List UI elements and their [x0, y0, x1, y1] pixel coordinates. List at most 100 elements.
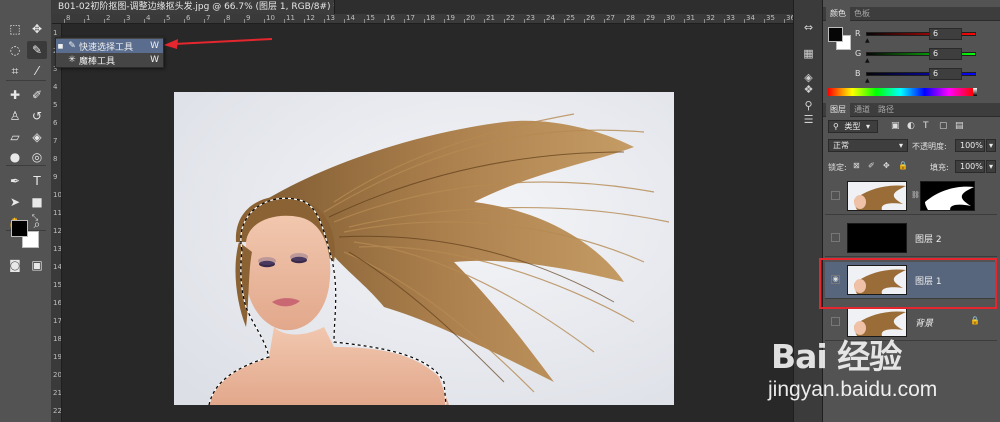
- blur-tool-icon[interactable]: ●: [5, 148, 25, 166]
- pen-tool-icon[interactable]: ✒: [5, 172, 25, 190]
- ruler-tick-label: 9: [53, 173, 58, 181]
- slider-thumb-icon[interactable]: ▲: [865, 37, 870, 44]
- filter-kind-icon[interactable]: ▤: [955, 121, 964, 131]
- ruler-tick: [584, 19, 585, 23]
- shape-tool-icon[interactable]: ■: [27, 193, 47, 211]
- slider-thumb-icon[interactable]: ▲: [865, 77, 870, 84]
- tab-paths[interactable]: 路径: [874, 103, 898, 117]
- document-tab[interactable]: B01-02初阶抠图-调整边缘抠头发.jpg @ 66.7% (图层 1, RG…: [52, 0, 335, 14]
- ruler-tick: [464, 19, 465, 23]
- opacity-input[interactable]: 100%: [955, 139, 985, 152]
- ruler-tick: [504, 19, 505, 23]
- marquee-tool-icon[interactable]: ⬚: [5, 20, 25, 38]
- slider-g-value[interactable]: 6: [929, 48, 962, 60]
- swap-colors-icon[interactable]: ⤡: [30, 213, 40, 223]
- foreground-color-swatch[interactable]: [11, 220, 28, 237]
- path-selection-tool-icon[interactable]: ➤: [5, 193, 25, 211]
- slider-b-value[interactable]: 6: [929, 68, 962, 80]
- ruler-tick: [764, 19, 765, 23]
- ruler-tick: [384, 19, 385, 23]
- visibility-toggle-icon[interactable]: [831, 191, 840, 200]
- ruler-tick-label: 22: [53, 407, 62, 415]
- chevron-down-icon: ▾: [988, 141, 993, 150]
- side-panel-icon[interactable]: ▦: [801, 46, 816, 61]
- flyout-item-quick-selection[interactable]: ■ ✎ 快速选择工具 W: [56, 39, 163, 53]
- blend-mode-select[interactable]: 正常 ▾: [828, 139, 908, 152]
- ruler-tick-label: 4: [53, 83, 58, 91]
- crop-tool-icon[interactable]: ⌗: [5, 62, 25, 80]
- ruler-tick-label: 28: [626, 14, 635, 22]
- grayscale-ramp[interactable]: [973, 88, 977, 96]
- tab-swatches[interactable]: 色板: [850, 7, 874, 21]
- move-tool-icon[interactable]: ✥: [27, 20, 47, 38]
- filter-kind-icon[interactable]: T: [923, 121, 929, 131]
- slider-thumb-icon[interactable]: ▲: [865, 57, 870, 64]
- quick-mask-icon[interactable]: ◙: [5, 256, 25, 274]
- ruler-tick: [424, 19, 425, 23]
- healing-brush-tool-icon[interactable]: ✚: [5, 86, 25, 104]
- paint-bucket-tool-icon[interactable]: ◈: [27, 128, 47, 146]
- lock-option-icon[interactable]: ✐: [868, 161, 875, 170]
- quick-selection-tool-icon[interactable]: ✎: [27, 41, 47, 59]
- fill-value: 100%: [960, 162, 983, 171]
- layer-row[interactable]: 图层 2: [825, 220, 997, 257]
- eraser-tool-icon[interactable]: ▱: [5, 128, 25, 146]
- ruler-tick: [404, 19, 405, 23]
- ruler-tick-label: 7: [53, 137, 58, 145]
- ruler-tick: [604, 19, 605, 23]
- visibility-toggle-icon[interactable]: [831, 317, 840, 326]
- ruler-tick-label: 20: [53, 371, 62, 379]
- screen-mode-icon[interactable]: ▣: [27, 256, 47, 274]
- toolbar-divider: [6, 165, 46, 166]
- layer-mask-thumbnail[interactable]: [920, 181, 975, 211]
- ruler-tick: [244, 19, 245, 23]
- layer-name[interactable]: 图层 2: [915, 232, 942, 245]
- layer-name[interactable]: 背景: [915, 316, 933, 329]
- horizontal-ruler: 8 1 2 3 4 5 6 7 8 9 10 11 12 13 14 15 16 17 18 19 20 21 22 23 24…: [52, 14, 793, 24]
- ruler-tick: [624, 19, 625, 23]
- opacity-dropdown-button[interactable]: ▾: [986, 139, 996, 152]
- brush-tool-icon[interactable]: ✐: [27, 86, 47, 104]
- history-brush-tool-icon[interactable]: ↺: [27, 107, 47, 125]
- side-panel-icon[interactable]: ❖: [801, 82, 816, 97]
- clone-stamp-tool-icon[interactable]: ♙: [5, 107, 25, 125]
- layer-row[interactable]: ⛓: [825, 178, 997, 215]
- filter-kind-icon[interactable]: ▣: [891, 121, 900, 131]
- ruler-tick: [324, 19, 325, 23]
- filter-kind-icon[interactable]: ◐: [907, 121, 915, 131]
- ruler-tick-label: 30: [666, 14, 675, 22]
- ruler-tick-label: 12: [53, 227, 62, 235]
- mask-link-icon[interactable]: ⛓: [911, 191, 920, 199]
- ruler-tick-label: 7: [206, 14, 211, 22]
- visibility-toggle-icon[interactable]: [831, 233, 840, 242]
- fill-dropdown-button[interactable]: ▾: [986, 160, 996, 173]
- lasso-tool-icon[interactable]: ◌: [5, 41, 25, 59]
- ruler-tick-label: 26: [586, 14, 595, 22]
- lock-label: 锁定:: [828, 163, 847, 172]
- ruler-tick: [264, 19, 265, 23]
- color-panel-foreground-swatch[interactable]: [828, 27, 843, 42]
- tab-channels[interactable]: 通道: [850, 103, 874, 117]
- fill-input[interactable]: 100%: [955, 160, 985, 173]
- lock-option-icon[interactable]: ⊠: [853, 161, 860, 170]
- dodge-tool-icon[interactable]: ◎: [27, 148, 47, 166]
- slider-r-value[interactable]: 6: [929, 28, 962, 40]
- eyedropper-tool-icon[interactable]: ⁄: [27, 62, 47, 80]
- filter-kind-icon[interactable]: ▢: [939, 121, 948, 131]
- tab-layers[interactable]: 图层: [826, 103, 850, 117]
- ruler-tick: [224, 19, 225, 23]
- lock-option-icon[interactable]: ✥: [883, 161, 890, 170]
- lock-option-icon[interactable]: 🔒: [898, 161, 908, 170]
- tab-color[interactable]: 颜色: [826, 7, 850, 21]
- ruler-tick-label: 18: [426, 14, 435, 22]
- side-panel-icon[interactable]: ☰: [801, 112, 816, 127]
- flyout-item-magic-wand[interactable]: ✳ 魔棒工具 W: [56, 53, 163, 67]
- layer-filter-select[interactable]: ⚲ 类型 ▾: [828, 120, 878, 133]
- chevron-down-icon: ▾: [988, 162, 993, 171]
- slider-r-label: R: [855, 29, 861, 38]
- color-spectrum-bar[interactable]: [828, 88, 973, 96]
- side-panel-icon[interactable]: ⚲: [801, 98, 816, 113]
- type-tool-icon[interactable]: T: [27, 172, 47, 190]
- document-canvas-image[interactable]: [174, 92, 674, 405]
- side-panel-icon[interactable]: ⇔: [801, 20, 816, 35]
